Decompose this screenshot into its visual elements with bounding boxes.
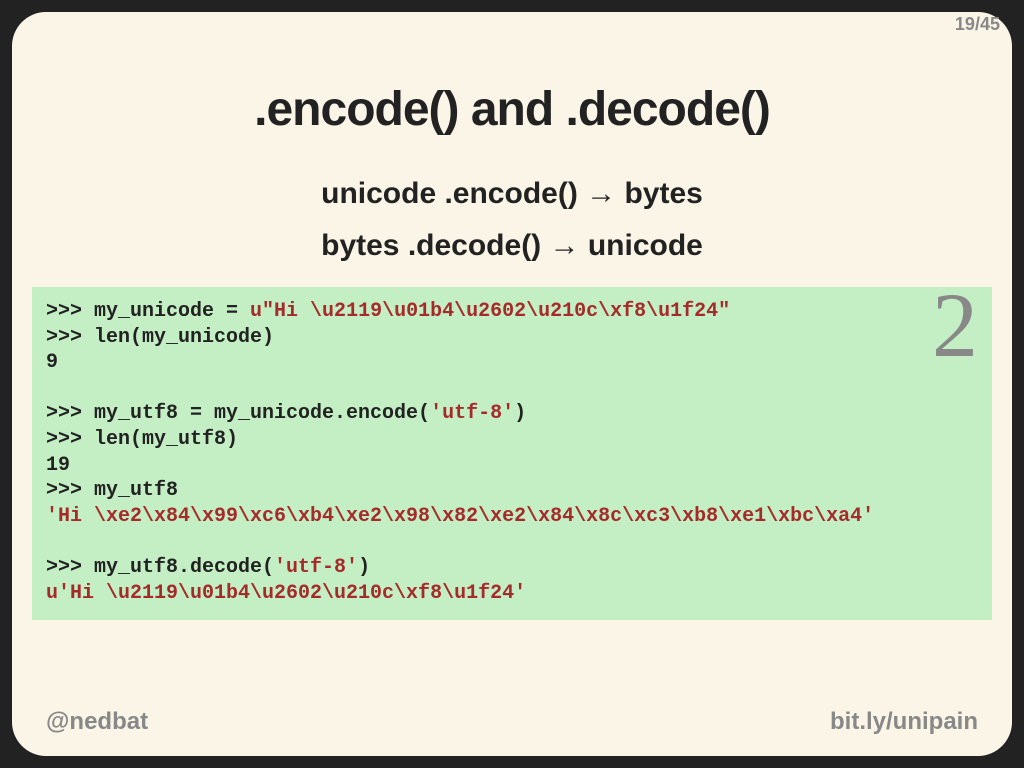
slide-title: .encode() and .decode() (42, 82, 982, 137)
slide: .encode() and .decode() unicode .encode(… (12, 12, 1012, 756)
code-line: 9 (46, 351, 58, 374)
code-line: >>> len(my_unicode) (46, 326, 274, 349)
code-string: 'utf-8' (274, 556, 358, 579)
footer: @nedbat bit.ly/unipain (46, 708, 978, 736)
code-line: >>> my_utf8 = my_unicode.encode( (46, 402, 430, 425)
code-line: >>> my_unicode = (46, 300, 250, 323)
code-line: >>> len(my_utf8) (46, 428, 238, 451)
code-string: 'utf-8' (430, 402, 514, 425)
footer-link: bit.ly/unipain (830, 708, 978, 736)
page-current: 19 (955, 14, 975, 34)
code-string: u"Hi \u2119\u01b4\u2602\u210c\xf8\u1f24" (250, 300, 730, 323)
code-block: 2 >>> my_unicode = u"Hi \u2119\u01b4\u260… (32, 287, 992, 620)
code-string: u'Hi \u2119\u01b4\u2602\u210c\xf8\u1f24' (46, 582, 526, 605)
code-line: ) (358, 556, 370, 579)
code-string: 'Hi \xe2\x84\x99\xc6\xb4\xe2\x98\x82\xe2… (46, 505, 874, 528)
subtitle-decode: bytes .decode() → unicode (42, 229, 982, 263)
code-line: 19 (46, 454, 70, 477)
code-line: >>> my_utf8 (46, 479, 178, 502)
subtitle-encode: unicode .encode() → bytes (42, 177, 982, 211)
code-line: ) (514, 402, 526, 425)
python-version-badge: 2 (932, 287, 978, 371)
page-total: 45 (980, 14, 1000, 34)
page-counter: 19/45 (955, 14, 1000, 35)
footer-handle: @nedbat (46, 708, 148, 736)
code-line: >>> my_utf8.decode( (46, 556, 274, 579)
